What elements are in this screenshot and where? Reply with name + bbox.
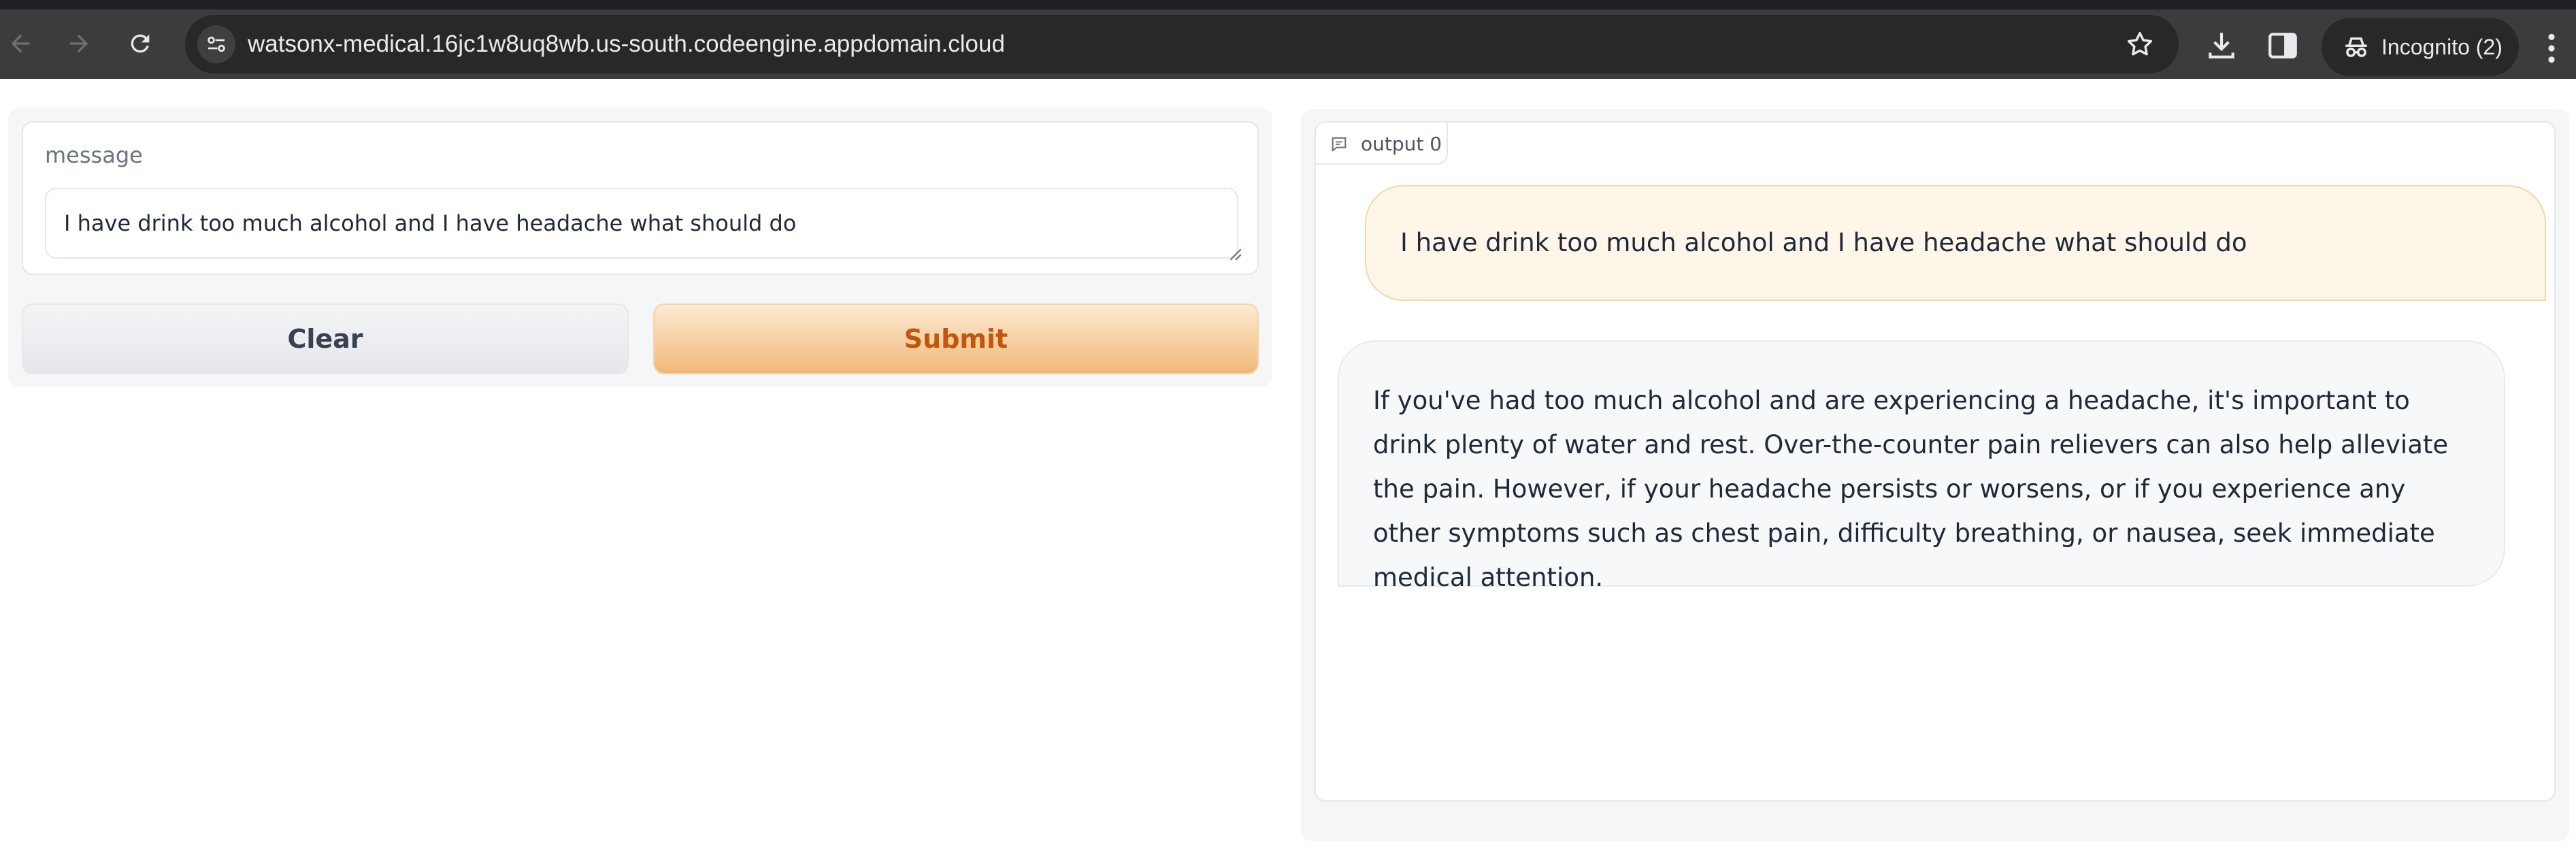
- site-info-button[interactable]: [197, 25, 235, 63]
- clear-button[interactable]: Clear: [22, 304, 629, 374]
- bot-message-bubble: If you've had too much alcohol and are e…: [1338, 340, 2505, 592]
- download-icon[interactable]: [2205, 29, 2239, 63]
- chatbot-output: output 0 I have drink too much alcohol a…: [1315, 121, 2556, 802]
- submit-button[interactable]: Submit: [653, 304, 1259, 374]
- browser-toolbar: watsonx-medical.16jc1w8uq8wb.us-south.co…: [0, 0, 2576, 79]
- side-panel-icon[interactable]: [2266, 29, 2300, 63]
- resize-handle-icon[interactable]: [1227, 246, 1242, 261]
- back-arrow-icon: [11, 34, 30, 53]
- output-tab-label: output 0: [1361, 133, 1442, 155]
- reload-icon: [131, 34, 150, 53]
- star-icon[interactable]: [2124, 29, 2156, 60]
- incognito-icon: [2345, 37, 2367, 57]
- message-textarea[interactable]: I have drink too much alcohol and I have…: [45, 188, 1238, 259]
- forward-button[interactable]: [59, 23, 99, 64]
- input-panel: message I have drink too much alcohol an…: [8, 108, 1272, 387]
- kebab-menu-icon[interactable]: [2545, 31, 2558, 65]
- chat-bubble-icon: [1332, 137, 1347, 152]
- output-tab: output 0: [1315, 121, 1448, 165]
- message-label: message: [45, 142, 143, 168]
- message-block: message I have drink too much alcohol an…: [22, 121, 1259, 275]
- back-button[interactable]: [0, 23, 41, 64]
- output-panel: output 0 I have drink too much alcohol a…: [1301, 109, 2569, 841]
- user-message-bubble: I have drink too much alcohol and I have…: [1365, 185, 2546, 301]
- site-info-icon: [208, 36, 225, 52]
- incognito-button[interactable]: Incognito (2): [2322, 18, 2519, 76]
- reload-button[interactable]: [120, 23, 161, 64]
- address-bar[interactable]: watsonx-medical.16jc1w8uq8wb.us-south.co…: [185, 15, 2179, 74]
- incognito-label: Incognito (2): [2381, 35, 2503, 59]
- forward-arrow-icon: [69, 34, 88, 53]
- url-text[interactable]: watsonx-medical.16jc1w8uq8wb.us-south.co…: [248, 29, 1005, 60]
